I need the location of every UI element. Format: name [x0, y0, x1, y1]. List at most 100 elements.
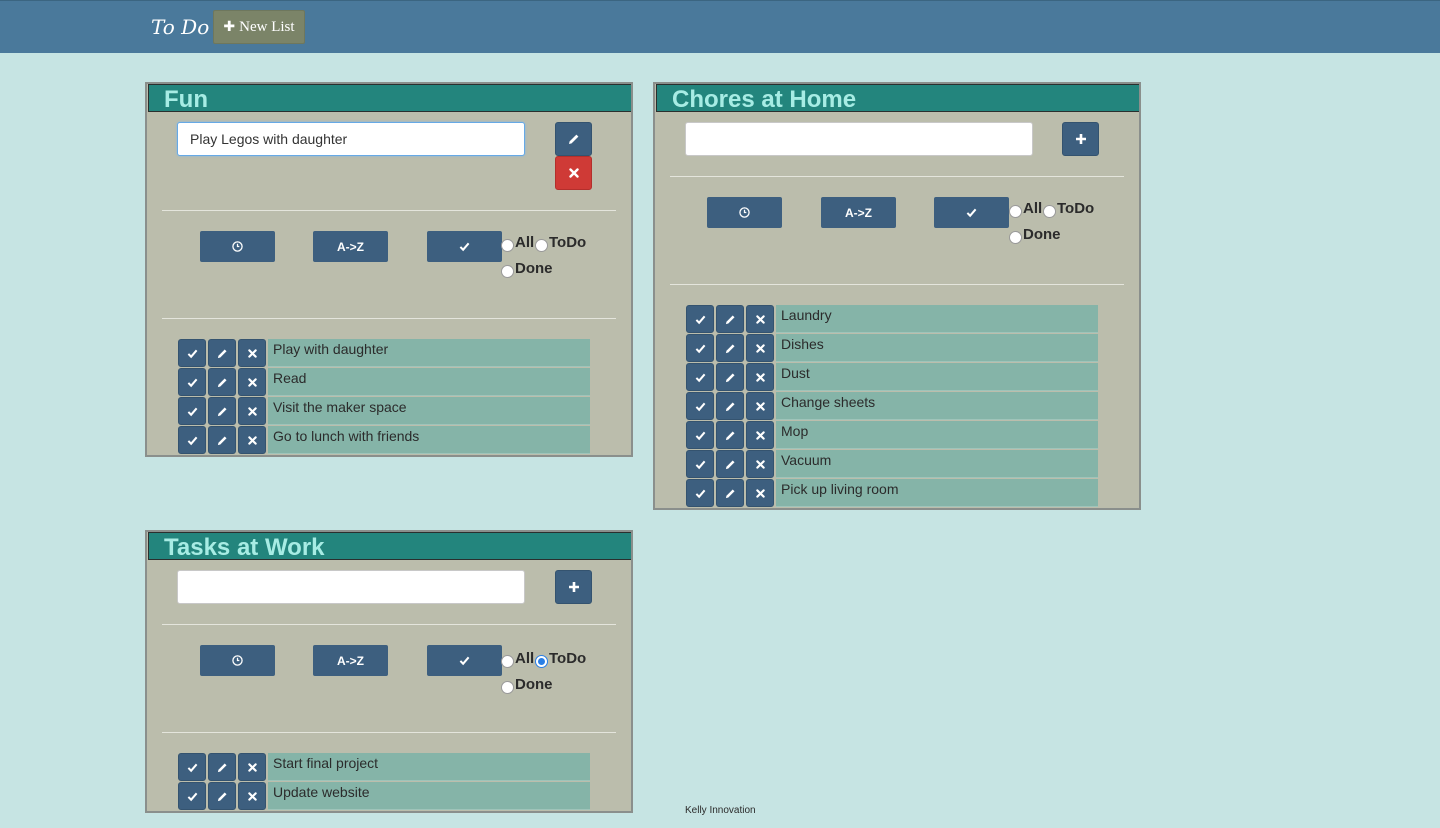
edit-task-button[interactable] [716, 305, 744, 333]
task-text[interactable]: Pick up living room [776, 479, 1098, 507]
task-text[interactable]: Vacuum [776, 450, 1098, 478]
edit-task-button[interactable] [716, 421, 744, 449]
pencil-icon [217, 791, 228, 802]
task-text[interactable]: Go to lunch with friends [268, 426, 590, 454]
task-row: Mop [686, 421, 1099, 449]
close-icon [247, 406, 257, 416]
delete-task-button[interactable] [746, 334, 774, 362]
item-input[interactable] [177, 122, 525, 156]
edit-task-button[interactable] [716, 392, 744, 420]
task-row: Read [178, 368, 591, 396]
task-text[interactable]: Read [268, 368, 590, 396]
delete-task-button[interactable] [238, 782, 266, 810]
complete-task-button[interactable] [686, 334, 714, 362]
filter-done-radio[interactable] [501, 681, 514, 694]
save-edit-button[interactable] [555, 122, 592, 156]
complete-task-button[interactable] [686, 363, 714, 391]
close-icon [755, 430, 765, 440]
filter-todo-radio[interactable] [535, 655, 548, 668]
check-icon [695, 372, 706, 383]
sort-by-time-button[interactable] [707, 197, 782, 228]
sort-by-done-button[interactable] [427, 231, 502, 262]
filter-all-radio[interactable] [501, 239, 514, 252]
edit-task-button[interactable] [716, 363, 744, 391]
complete-task-button[interactable] [686, 450, 714, 478]
task-text[interactable]: Dust [776, 363, 1098, 391]
task-text[interactable]: Change sheets [776, 392, 1098, 420]
task-row: Update website [178, 782, 591, 810]
sort-alpha-button[interactable]: A->Z [313, 231, 388, 262]
app-brand[interactable]: To Do [151, 15, 209, 39]
filter-all-radio[interactable] [1009, 205, 1022, 218]
task-text[interactable]: Update website [268, 782, 590, 810]
delete-task-button[interactable] [238, 753, 266, 781]
complete-task-button[interactable] [686, 421, 714, 449]
close-icon [755, 372, 765, 382]
delete-task-button[interactable] [238, 368, 266, 396]
filter-all-radio[interactable] [501, 655, 514, 668]
task-row: Dishes [686, 334, 1099, 362]
complete-task-button[interactable] [686, 479, 714, 507]
divider [162, 318, 616, 319]
sort-by-time-button[interactable] [200, 645, 275, 676]
pencil-icon [725, 343, 736, 354]
task-text[interactable]: Dishes [776, 334, 1098, 362]
delete-task-button[interactable] [746, 421, 774, 449]
task-row: Dust [686, 363, 1099, 391]
check-icon [187, 348, 198, 359]
divider [670, 284, 1124, 285]
edit-task-button[interactable] [716, 479, 744, 507]
check-icon [695, 459, 706, 470]
task-text[interactable]: Mop [776, 421, 1098, 449]
filter-todo-radio[interactable] [535, 239, 548, 252]
edit-task-button[interactable] [208, 753, 236, 781]
sort-alpha-button[interactable]: A->Z [313, 645, 388, 676]
delete-task-button[interactable] [238, 426, 266, 454]
edit-task-button[interactable] [208, 397, 236, 425]
close-icon [755, 459, 765, 469]
edit-task-button[interactable] [208, 368, 236, 396]
add-item-button[interactable] [1062, 122, 1099, 156]
sort-by-time-button[interactable] [200, 231, 275, 262]
complete-task-button[interactable] [686, 305, 714, 333]
delete-task-button[interactable] [746, 450, 774, 478]
item-input[interactable] [685, 122, 1033, 156]
filter-done-radio[interactable] [1009, 231, 1022, 244]
complete-task-button[interactable] [178, 368, 206, 396]
close-icon [247, 762, 257, 772]
check-icon [187, 762, 198, 773]
filter-done-radio[interactable] [501, 265, 514, 278]
divider [670, 176, 1124, 177]
complete-task-button[interactable] [178, 397, 206, 425]
edit-task-button[interactable] [208, 782, 236, 810]
edit-task-button[interactable] [208, 339, 236, 367]
new-list-button[interactable]: ✚ New List [213, 10, 305, 44]
task-text[interactable]: Visit the maker space [268, 397, 590, 425]
delete-task-button[interactable] [746, 392, 774, 420]
complete-task-button[interactable] [178, 339, 206, 367]
delete-task-button[interactable] [746, 305, 774, 333]
delete-task-button[interactable] [746, 363, 774, 391]
edit-task-button[interactable] [716, 334, 744, 362]
task-text[interactable]: Laundry [776, 305, 1098, 333]
plus-icon [1075, 133, 1087, 145]
sort-by-done-button[interactable] [934, 197, 1009, 228]
add-item-button[interactable] [555, 570, 592, 604]
edit-task-button[interactable] [716, 450, 744, 478]
task-text[interactable]: Start final project [268, 753, 590, 781]
delete-task-button[interactable] [238, 397, 266, 425]
task-row: Pick up living room [686, 479, 1099, 507]
sort-by-done-button[interactable] [427, 645, 502, 676]
filter-todo-radio[interactable] [1043, 205, 1056, 218]
complete-task-button[interactable] [686, 392, 714, 420]
complete-task-button[interactable] [178, 782, 206, 810]
complete-task-button[interactable] [178, 426, 206, 454]
delete-task-button[interactable] [746, 479, 774, 507]
delete-task-button[interactable] [238, 339, 266, 367]
complete-task-button[interactable] [178, 753, 206, 781]
task-text[interactable]: Play with daughter [268, 339, 590, 367]
cancel-edit-button[interactable] [555, 156, 592, 190]
edit-task-button[interactable] [208, 426, 236, 454]
item-input[interactable] [177, 570, 525, 604]
sort-alpha-button[interactable]: A->Z [821, 197, 896, 228]
